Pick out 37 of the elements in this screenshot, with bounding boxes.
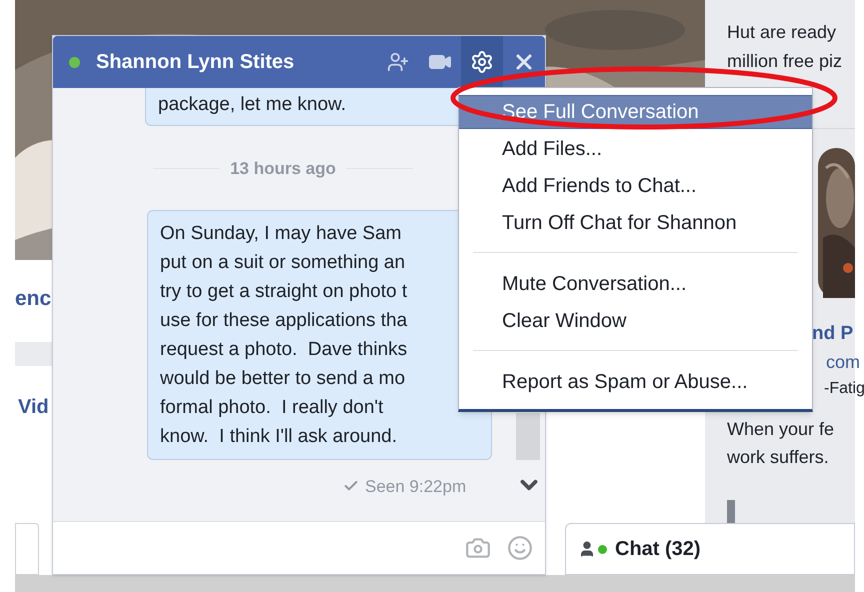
timestamp: 13 hours ago — [230, 158, 336, 180]
page-tab-background — [15, 523, 39, 575]
person-icon — [578, 540, 596, 558]
settings-button[interactable] — [461, 36, 503, 88]
message-text: formal photo. I really don't — [160, 396, 384, 420]
seen-status: Seen 9:22pm — [365, 476, 466, 498]
page-link[interactable]: enc — [15, 288, 52, 309]
message-text: would be better to send a mo — [160, 366, 406, 390]
menu-item[interactable]: Clear Window — [459, 304, 812, 338]
sidebar-link[interactable]: nd P — [812, 324, 854, 343]
sidebar-text: Hut are ready — [727, 21, 838, 44]
message-text: On Sunday, I may have Sam — [160, 222, 402, 246]
chat-bar-tab[interactable]: Chat (32) — [565, 523, 855, 575]
menu-item[interactable]: Report as Spam or Abuse... — [459, 365, 812, 399]
message-text: package, let me know. — [158, 93, 347, 117]
section-marker — [727, 500, 735, 523]
sidebar-text: When your fe — [727, 418, 834, 440]
page-tab[interactable]: Vid — [18, 397, 49, 417]
sidebar-title: -Fatig — [824, 381, 864, 397]
contact-name[interactable]: Shannon Lynn Stites — [96, 47, 294, 77]
sidebar-text: work suffers. — [727, 446, 830, 468]
sidebar-text: million free piz — [727, 50, 842, 73]
message-text: request a photo. Dave thinks — [160, 338, 408, 362]
sidebar-domain: com — [826, 353, 860, 371]
scrollbar-thumb — [516, 413, 540, 460]
message-text: try to get a straight on photo t — [160, 280, 408, 304]
settings-icon — [470, 50, 494, 74]
emoji-icon[interactable] — [507, 535, 533, 561]
add-person-icon — [387, 51, 409, 73]
chat-bar-label: Chat (32) — [615, 537, 701, 562]
message-text: use for these applications tha — [160, 308, 408, 332]
menu-item[interactable]: Turn Off Chat for Shannon — [459, 206, 812, 240]
message-text: know. I think I'll ask around. — [160, 424, 398, 448]
menu-item[interactable]: Add Friends to Chat... — [459, 169, 812, 203]
menu-item[interactable]: Add Files... — [459, 132, 812, 166]
menu-item[interactable]: Mute Conversation... — [459, 267, 812, 301]
message-text: put on a suit or something an — [160, 250, 406, 274]
